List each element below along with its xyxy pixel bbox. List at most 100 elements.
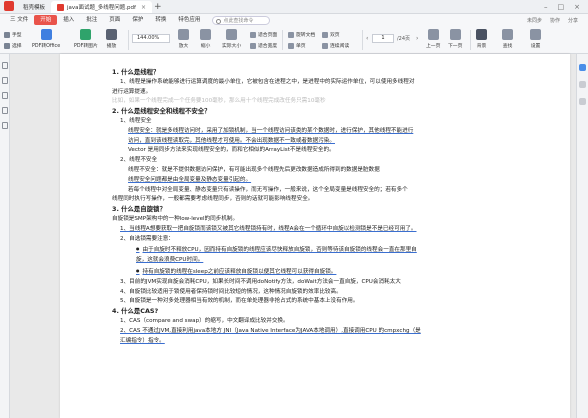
- background-button[interactable]: 背景: [476, 29, 487, 49]
- page-number-input[interactable]: 1: [372, 34, 394, 43]
- close-window-icon[interactable]: ×: [574, 3, 580, 11]
- single-page-icon: [288, 42, 294, 49]
- convert-icon: [40, 29, 52, 40]
- single-page-label: 单页: [296, 44, 306, 49]
- separator: [470, 30, 471, 50]
- menu-page[interactable]: 页面: [103, 15, 126, 25]
- continuous-button[interactable]: 连续阅读: [322, 42, 349, 49]
- rotate-icon: [288, 31, 294, 38]
- rotate-label: 旋转文档: [296, 33, 316, 38]
- minimize-icon[interactable]: –: [544, 3, 548, 11]
- document-line: 自旋锁是SMP架构中的一种low-level的同步机制。: [112, 215, 239, 222]
- play-label: 播放: [106, 44, 117, 49]
- pdf-to-image-label: PDF转图片: [74, 44, 98, 49]
- tab-label: 稻壳模板: [23, 5, 46, 11]
- single-page-button[interactable]: 单页: [288, 42, 306, 49]
- fit-width-button[interactable]: 适合宽度: [250, 42, 277, 49]
- menu-right-group: 未同步 协作 分享: [527, 17, 588, 24]
- pdf-to-office-label: PDF转Office: [32, 44, 61, 49]
- thumbnail-icon[interactable]: [1, 62, 8, 69]
- bookmark-icon[interactable]: [1, 77, 8, 84]
- document-line: 3、目前的JVM实现自旋会消耗CPU，如果长时间不调用doNotify方法，do…: [120, 278, 401, 285]
- settings-button[interactable]: 设置: [530, 29, 541, 49]
- sync-status[interactable]: 未同步: [527, 17, 542, 24]
- attachment-icon[interactable]: [1, 107, 8, 114]
- prev-page-button[interactable]: 上一页: [426, 29, 440, 49]
- tab-document[interactable]: java面试题_多线程问题.pdf ×: [51, 1, 152, 13]
- select-tool-button[interactable]: 选择: [4, 42, 22, 49]
- menu-insert[interactable]: 插入: [57, 15, 80, 25]
- fit-page-button[interactable]: 适合页面: [250, 31, 277, 38]
- double-page-button[interactable]: 双页: [322, 31, 340, 38]
- separator: [362, 30, 363, 50]
- zoom-out-button[interactable]: 缩小: [200, 29, 211, 49]
- actual-size-icon: [226, 29, 238, 40]
- find-button[interactable]: 查找: [502, 29, 513, 49]
- document-line: 汇编指令）指令。: [120, 337, 165, 344]
- properties-icon[interactable]: [579, 98, 586, 105]
- zoom-level-input[interactable]: 144.00%: [132, 34, 170, 43]
- title-bar: 稻壳模板 java面试题_多线程问题.pdf × + – □ ×: [0, 0, 588, 14]
- find-label: 查找: [502, 44, 513, 49]
- select-tool-label: 选择: [12, 44, 22, 49]
- play-icon: [106, 29, 117, 40]
- continuous-icon: [322, 42, 328, 49]
- menu-bar: 三 文件 开始 插入 批注 页面 保护 转换 特色应用 点此查找命令 未同步 协…: [0, 14, 588, 26]
- maximize-icon[interactable]: □: [558, 3, 565, 11]
- zoom-in-button[interactable]: 放大: [178, 29, 189, 49]
- rotate-button[interactable]: 旋转文档: [288, 31, 315, 38]
- document-page[interactable]: 1. 什么是线程？ 1、线程是操作系统能够进行运算调度的最小单位，它被包含在进程之…: [60, 54, 570, 418]
- right-sidebar: [576, 54, 588, 418]
- pdf-to-office-button[interactable]: PDF转Office: [32, 29, 60, 49]
- menu-convert[interactable]: 转换: [149, 15, 172, 25]
- menu-comment[interactable]: 批注: [80, 15, 103, 25]
- app-logo-icon[interactable]: [4, 1, 14, 11]
- document-line: 线程同时执行写操作，一般都需要考虑线程同步，否则的话就可能影响线程安全。: [112, 196, 314, 203]
- collab-button[interactable]: 协作: [550, 17, 560, 24]
- tab-label: java面试题_多线程问题.pdf: [67, 5, 136, 11]
- share-button[interactable]: 分享: [568, 17, 578, 24]
- document-line: 2、自选锁需要注意：: [120, 235, 174, 242]
- document-line: 4、自旋锁比较适用于锁使用者保持锁时间比较短的情况，这种情况自旋锁的效率比较高。: [120, 288, 342, 295]
- translate-icon[interactable]: [579, 64, 586, 71]
- close-tab-icon[interactable]: ×: [141, 4, 146, 11]
- annotation-icon[interactable]: [1, 92, 8, 99]
- menu-home[interactable]: 开始: [34, 15, 58, 25]
- next-page-icon: [449, 29, 461, 40]
- fit-page-icon: [250, 31, 256, 38]
- document-line: 线程安全：就是多线程访问时，采用了加锁机制，当一个线程访问该类的某个数据时，进行…: [128, 127, 414, 134]
- page-total: /24页: [397, 36, 411, 42]
- document-line: 旋，这就会浪费CPU时间。: [136, 257, 204, 264]
- fit-width-icon: [250, 42, 256, 49]
- background-icon: [476, 29, 487, 40]
- command-search-input[interactable]: 点此查找命令: [212, 15, 271, 25]
- edit-icon[interactable]: [579, 81, 586, 88]
- zoom-out-label: 缩小: [200, 44, 211, 49]
- hand-icon: [4, 31, 10, 38]
- fit-page-label: 适合页面: [258, 33, 278, 38]
- actual-size-label: 实际大小: [222, 44, 242, 49]
- settings-label: 设置: [530, 44, 541, 49]
- tab-template[interactable]: 稻壳模板: [17, 1, 51, 13]
- menu-features[interactable]: 特色应用: [172, 15, 206, 25]
- chevron-left-icon[interactable]: ‹: [366, 35, 368, 42]
- zoom-in-icon: [178, 29, 189, 40]
- new-tab-button[interactable]: +: [154, 2, 162, 12]
- ribbon-toolbar: 手型 选择 PDF转Office PDF转图片 播放 144.00% 放大 缩小…: [0, 26, 588, 54]
- menu-protect[interactable]: 保护: [126, 15, 149, 25]
- pdf-to-image-button[interactable]: PDF转图片: [74, 29, 98, 49]
- document-content: 1. 什么是线程？ 1、线程是操作系统能够进行运算调度的最小单位，它被包含在进程之…: [112, 68, 556, 346]
- section-heading: 3. 什么是自旋锁？: [112, 205, 166, 214]
- play-button[interactable]: 播放: [106, 29, 117, 49]
- document-line: 进行运算提速。: [112, 88, 152, 95]
- chevron-right-icon[interactable]: ›: [416, 35, 418, 42]
- next-page-button[interactable]: 下一页: [448, 29, 462, 49]
- menu-file[interactable]: 三 文件: [4, 15, 34, 25]
- hand-tool-label: 手型: [12, 33, 22, 38]
- hand-tool-button[interactable]: 手型: [4, 31, 22, 38]
- actual-size-button[interactable]: 实际大小: [222, 29, 241, 49]
- left-sidebar: [0, 54, 10, 418]
- search-panel-icon[interactable]: [1, 122, 8, 129]
- settings-icon: [530, 29, 541, 40]
- section-heading: 1. 什么是线程？: [112, 68, 160, 76]
